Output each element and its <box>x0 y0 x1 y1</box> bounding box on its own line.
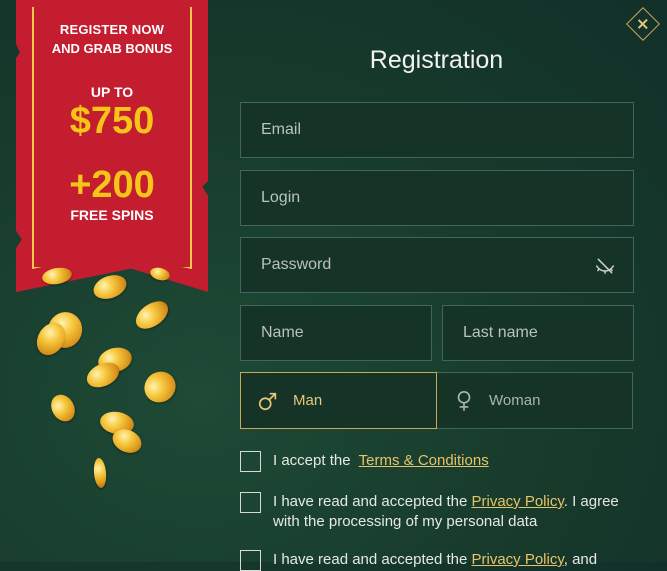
privacy2-text: I have read and accepted the Privacy Pol… <box>273 550 628 570</box>
page-title: Registration <box>369 46 504 74</box>
gender-man-option[interactable]: Man <box>240 372 437 429</box>
coin-icon <box>138 365 182 409</box>
terms-checkbox[interactable] <box>240 451 261 472</box>
email-field[interactable]: Email <box>240 102 634 158</box>
privacy-link[interactable]: Privacy Policy <box>471 493 563 510</box>
privacy-prefix: I have read and accepted the <box>273 493 468 510</box>
privacy-text: I have read and accepted the Privacy Pol… <box>273 492 628 532</box>
coin-icon <box>46 390 80 426</box>
login-placeholder: Login <box>261 189 301 206</box>
promo-upto: UP TO <box>90 84 134 100</box>
male-icon <box>258 392 277 410</box>
privacy2-prefix: I have read and accepted the <box>273 551 468 568</box>
name-field[interactable]: Name <box>240 305 432 361</box>
promo-line2: AND GRAB BONUS <box>51 41 173 56</box>
login-field[interactable]: Login <box>240 170 634 226</box>
promo-free-spins: FREE SPINS <box>70 207 154 223</box>
privacy2-checkbox[interactable] <box>240 550 261 571</box>
privacy-checkbox[interactable] <box>240 492 261 513</box>
password-field[interactable]: Password <box>240 237 634 293</box>
name-placeholder: Name <box>261 324 304 341</box>
gender-woman-option[interactable]: Woman <box>437 372 633 429</box>
promo-amount: $750 <box>69 100 155 142</box>
close-button[interactable] <box>626 7 660 41</box>
email-placeholder: Email <box>261 121 302 138</box>
eye-slash-icon[interactable] <box>595 256 615 276</box>
coin-icon <box>92 457 108 489</box>
coin-icon <box>130 295 174 335</box>
promo-line1: REGISTER NOW <box>59 22 165 37</box>
privacy2-suffix: , and <box>563 551 598 568</box>
female-icon <box>457 390 471 411</box>
terms-prefix: I accept the <box>273 452 351 469</box>
terms-text: I accept the Terms & Conditions <box>273 451 628 471</box>
last-name-placeholder: Last name <box>463 324 538 341</box>
terms-link[interactable]: Terms & Conditions <box>359 452 489 469</box>
password-placeholder: Password <box>261 256 332 273</box>
last-name-field[interactable]: Last name <box>442 305 634 361</box>
privacy2-link[interactable]: Privacy Policy <box>471 551 563 568</box>
gender-woman-label: Woman <box>489 392 541 409</box>
gender-man-label: Man <box>293 392 323 409</box>
promo-spins: +200 <box>69 164 155 206</box>
